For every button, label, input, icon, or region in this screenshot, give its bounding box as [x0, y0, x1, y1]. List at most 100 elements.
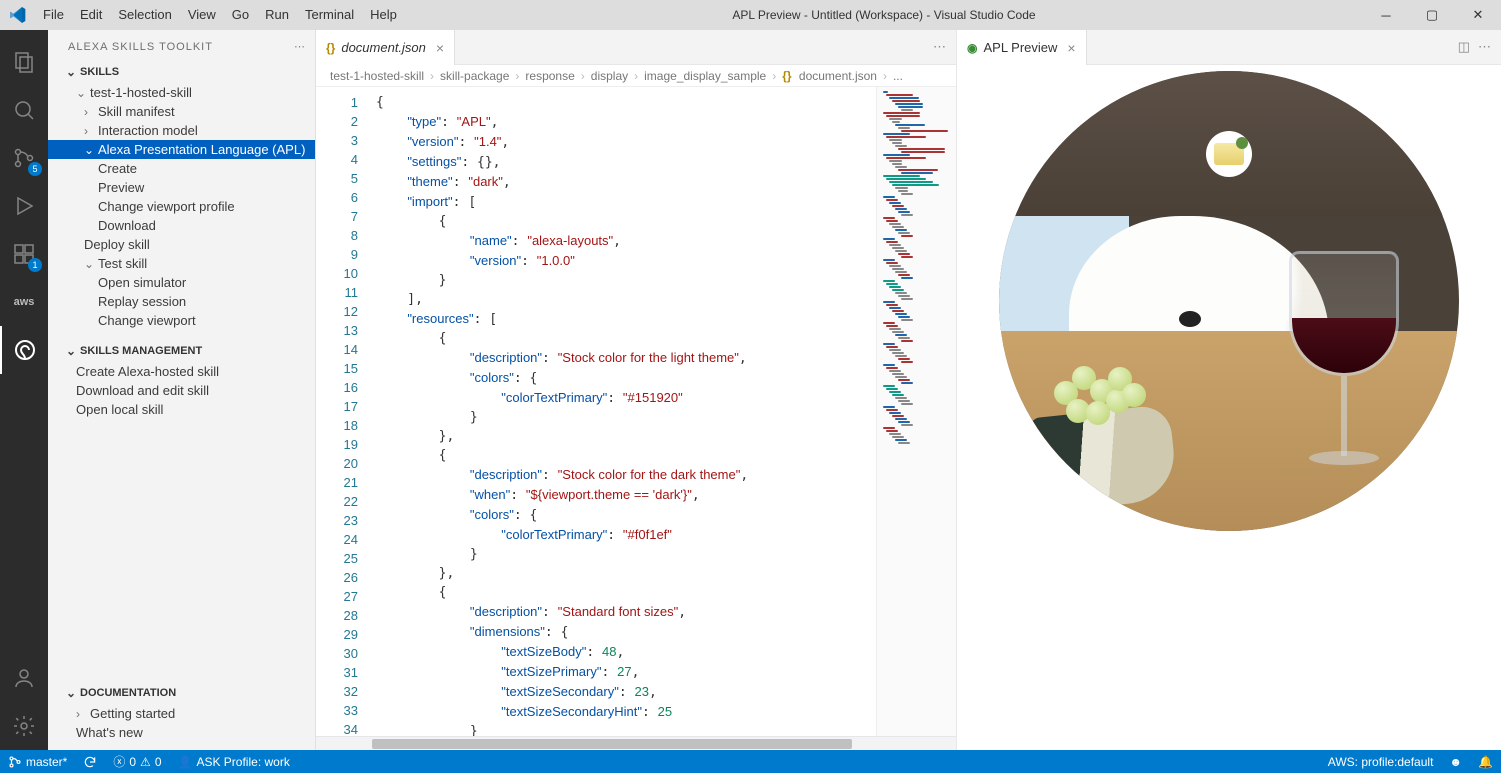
- settings-gear-icon[interactable]: [0, 702, 48, 750]
- status-ask-profile-label: ASK Profile: work: [196, 755, 289, 769]
- minimap[interactable]: [876, 87, 956, 736]
- explorer-icon[interactable]: [0, 38, 48, 86]
- status-aws-profile[interactable]: AWS: profile:default: [1320, 750, 1442, 773]
- tree-apl[interactable]: ⌄Alexa Presentation Language (APL): [48, 140, 315, 159]
- accounts-icon[interactable]: [0, 654, 48, 702]
- status-branch[interactable]: master*: [0, 750, 75, 773]
- tab-close-icon[interactable]: ×: [1063, 40, 1075, 56]
- tree-getting-started[interactable]: ›Getting started: [48, 704, 315, 723]
- tree-label: Change viewport profile: [98, 199, 235, 214]
- status-sync[interactable]: [75, 750, 105, 773]
- status-ask-profile[interactable]: 👤ASK Profile: work: [170, 750, 298, 773]
- scrollbar-thumb[interactable]: [372, 739, 852, 749]
- more-actions-icon[interactable]: ⋯: [1478, 39, 1491, 55]
- tree-apl-preview[interactable]: Preview: [48, 178, 315, 197]
- menu-terminal[interactable]: Terminal: [297, 0, 362, 30]
- tree-create-hosted[interactable]: Create Alexa-hosted skill: [48, 362, 315, 381]
- status-feedback-icon[interactable]: ☻: [1441, 750, 1470, 773]
- crumb[interactable]: skill-package: [438, 69, 511, 83]
- tree-label: Create Alexa-hosted skill: [76, 364, 219, 379]
- crumb-overflow[interactable]: ...: [891, 69, 905, 83]
- tree-interaction-model[interactable]: ›Interaction model: [48, 121, 315, 140]
- status-problems[interactable]: ⓧ0 ⚠0: [105, 750, 169, 773]
- tree-skill-root[interactable]: ⌄test-1-hosted-skill: [48, 83, 315, 102]
- crumb[interactable]: test-1-hosted-skill: [328, 69, 426, 83]
- tree-replay-session[interactable]: Replay session: [48, 292, 315, 311]
- warning-icon: ⚠: [140, 755, 151, 769]
- split-editor-icon[interactable]: ◫: [1458, 39, 1470, 55]
- tree-label: Preview: [98, 180, 144, 195]
- preview-wine-glass-image: [1289, 251, 1399, 491]
- tree-label: Create: [98, 161, 137, 176]
- tab-document-json[interactable]: {} document.json ×: [316, 30, 455, 65]
- source-control-icon[interactable]: 5: [0, 134, 48, 182]
- menu-view[interactable]: View: [180, 0, 224, 30]
- tree-skill-manifest[interactable]: ›Skill manifest: [48, 102, 315, 121]
- tree-label: What's new: [76, 725, 143, 740]
- sidebar-title-label: ALEXA SKILLS TOOLKIT: [68, 41, 213, 53]
- menu-selection[interactable]: Selection: [110, 0, 179, 30]
- more-actions-icon[interactable]: ⋯: [933, 39, 946, 55]
- tree-apl-change-viewport[interactable]: Change viewport profile: [48, 197, 315, 216]
- editor-tabs-right: ◉ APL Preview × ◫ ⋯: [957, 30, 1501, 65]
- tree-apl-download[interactable]: Download: [48, 216, 315, 235]
- tree-open-simulator[interactable]: Open simulator: [48, 273, 315, 292]
- alexa-toolkit-icon[interactable]: [0, 326, 48, 374]
- tree-open-local[interactable]: Open local skill: [48, 400, 315, 419]
- section-skills-mgmt[interactable]: SKILLS MANAGEMENT: [48, 340, 315, 362]
- tree-label: Download: [98, 218, 156, 233]
- section-skills[interactable]: SKILLS: [48, 61, 315, 83]
- tree-test-skill[interactable]: ⌄Test skill: [48, 254, 315, 273]
- sidebar-more-icon[interactable]: ⋯: [294, 40, 307, 53]
- aws-icon[interactable]: aws: [0, 278, 48, 326]
- crumb[interactable]: response: [523, 69, 576, 83]
- editor-group-right: ◉ APL Preview × ◫ ⋯: [956, 30, 1501, 750]
- crumb[interactable]: display: [589, 69, 630, 83]
- extensions-badge: 1: [28, 258, 42, 272]
- apl-preview-canvas: [957, 65, 1501, 750]
- sidebar-title: ALEXA SKILLS TOOLKIT ⋯: [48, 30, 315, 61]
- tree-download-edit[interactable]: Download and edit skill: [48, 381, 315, 400]
- tree-label: Test skill: [98, 256, 147, 271]
- tab-close-icon[interactable]: ×: [432, 40, 444, 56]
- status-notifications-icon[interactable]: 🔔: [1470, 750, 1501, 773]
- crumb[interactable]: document.json: [797, 69, 879, 83]
- tree-deploy-skill[interactable]: Deploy skill: [48, 235, 315, 254]
- code-editor[interactable]: 1234567891011121314151617181920212223242…: [316, 87, 956, 736]
- horizontal-scrollbar[interactable]: [316, 736, 956, 750]
- scm-badge: 5: [28, 162, 42, 176]
- crumb[interactable]: image_display_sample: [642, 69, 768, 83]
- tree-label: Open simulator: [98, 275, 186, 290]
- search-icon[interactable]: [0, 86, 48, 134]
- menu-edit[interactable]: Edit: [72, 0, 110, 30]
- tree-label: Deploy skill: [84, 237, 150, 252]
- tree-label: Getting started: [90, 706, 175, 721]
- tree-change-viewport[interactable]: Change viewport: [48, 311, 315, 330]
- json-file-icon: {}: [780, 69, 793, 83]
- tab-apl-preview[interactable]: ◉ APL Preview ×: [957, 30, 1087, 65]
- status-warning-count: 0: [155, 755, 162, 769]
- minimize-button[interactable]: ─: [1363, 0, 1409, 30]
- line-gutter: 1234567891011121314151617181920212223242…: [316, 87, 372, 736]
- extensions-icon[interactable]: 1: [0, 230, 48, 278]
- error-icon: ⓧ: [113, 753, 125, 770]
- status-aws-profile-label: AWS: profile:default: [1328, 755, 1434, 769]
- window-controls: ─ ▢ ✕: [1363, 0, 1501, 30]
- menu-help[interactable]: Help: [362, 0, 405, 30]
- preview-icon: ◉: [967, 41, 977, 55]
- title-bar: File Edit Selection View Go Run Terminal…: [0, 0, 1501, 30]
- run-debug-icon[interactable]: [0, 182, 48, 230]
- menu-run[interactable]: Run: [257, 0, 297, 30]
- sidebar: ALEXA SKILLS TOOLKIT ⋯ SKILLS ⌄test-1-ho…: [48, 30, 316, 750]
- close-window-button[interactable]: ✕: [1455, 0, 1501, 30]
- editor-actions-right: ◫ ⋯: [1448, 30, 1501, 64]
- breadcrumbs[interactable]: test-1-hosted-skill› skill-package› resp…: [316, 65, 956, 87]
- section-documentation[interactable]: DOCUMENTATION: [48, 682, 315, 704]
- tree-whats-new[interactable]: What's new: [48, 723, 315, 742]
- maximize-button[interactable]: ▢: [1409, 0, 1455, 30]
- menu-go[interactable]: Go: [224, 0, 257, 30]
- vscode-logo-icon: [0, 7, 35, 23]
- code-content[interactable]: { "type": "APL", "version": "1.4", "sett…: [372, 87, 876, 736]
- tree-apl-create[interactable]: Create: [48, 159, 315, 178]
- menu-file[interactable]: File: [35, 0, 72, 30]
